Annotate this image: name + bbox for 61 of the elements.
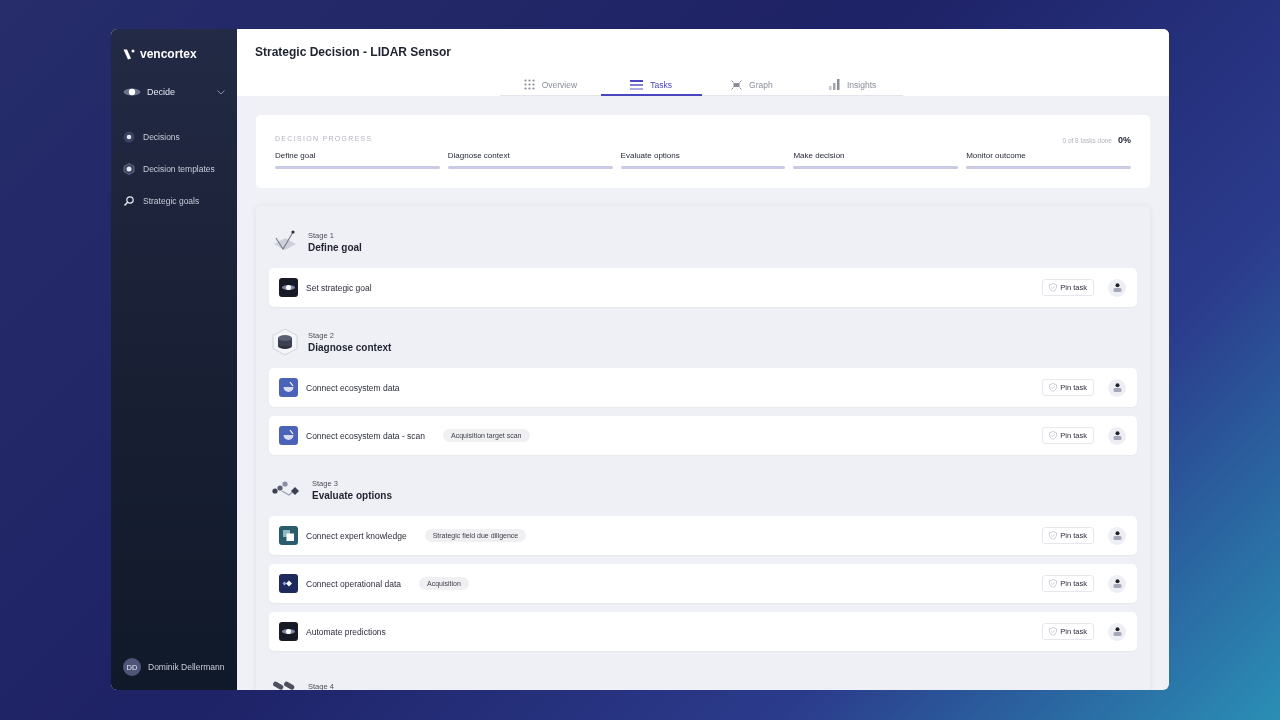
brand-name: vencortex (140, 47, 197, 61)
bowl-icon (279, 426, 298, 445)
nav-item[interactable]: Decisions (123, 131, 225, 143)
tab[interactable]: Overview (500, 75, 601, 96)
task-name: Automate predictions (306, 626, 386, 637)
glow-icon (279, 278, 298, 297)
list-icon (630, 79, 644, 90)
magnifier-icon (123, 195, 135, 207)
shield-check-icon (1049, 627, 1058, 636)
tab[interactable]: Insights (802, 75, 903, 96)
step-label: Diagnose context (447, 151, 511, 160)
workspace-selector[interactable]: Decide (123, 87, 225, 97)
page-title: Strategic Decision - LIDAR Sensor (255, 45, 453, 59)
step-label: Define goal (275, 151, 317, 160)
chevron-down-icon (217, 89, 225, 95)
assignee-button[interactable] (1108, 378, 1126, 397)
grid-icon (523, 79, 535, 90)
logo-icon (123, 48, 135, 60)
hub-icon (123, 131, 135, 143)
tab[interactable]: Tasks (600, 75, 702, 96)
user-name: Dominik Dellermann (148, 662, 225, 672)
assignee-button[interactable] (1108, 574, 1126, 593)
task-name: Set strategic goal (306, 282, 372, 293)
person-icon (1112, 283, 1122, 292)
diamonds-icon (279, 574, 298, 593)
shield-check-icon (1049, 531, 1058, 540)
nav-item[interactable]: Decision templates (123, 163, 225, 175)
squares-icon (279, 526, 298, 545)
nav-item[interactable]: Strategic goals (123, 195, 225, 207)
tab[interactable]: Graph (701, 75, 803, 96)
step-label: Evaluate options (620, 151, 681, 160)
bowl-icon (279, 378, 298, 397)
step-label: Monitor outcome (966, 151, 1027, 160)
shield-check-icon (1049, 431, 1058, 440)
person-icon (1112, 431, 1122, 440)
task-name: Connect operational data (306, 578, 401, 589)
assignee-button[interactable] (1108, 622, 1126, 641)
hexagon-icon (123, 163, 135, 175)
person-icon (1112, 579, 1122, 588)
progress-percent: 0% (1118, 135, 1131, 145)
shield-check-icon (1049, 579, 1058, 588)
stage-title: Define goal (308, 242, 362, 253)
bar-chart-icon (828, 79, 840, 90)
task-name: Connect expert knowledge (306, 530, 407, 541)
task-name: Connect ecosystem data (306, 382, 400, 393)
shield-check-icon (1049, 383, 1058, 392)
task-name: Connect ecosystem data - scan (306, 430, 426, 441)
stage-title: Evaluate options (312, 490, 392, 501)
frame-icon (731, 79, 743, 90)
glow-icon (123, 87, 141, 97)
glow-icon (279, 622, 298, 641)
database-drawing (272, 328, 298, 356)
person-icon (1112, 383, 1122, 392)
stage-title: Diagnose context (308, 342, 392, 353)
step-label: Make decision (793, 151, 846, 160)
shield-check-icon (1049, 283, 1058, 292)
person-icon (1112, 531, 1122, 540)
assignee-button[interactable] (1108, 278, 1126, 297)
person-icon (1112, 627, 1122, 636)
assignee-button[interactable] (1108, 426, 1126, 445)
assignee-button[interactable] (1108, 526, 1126, 545)
